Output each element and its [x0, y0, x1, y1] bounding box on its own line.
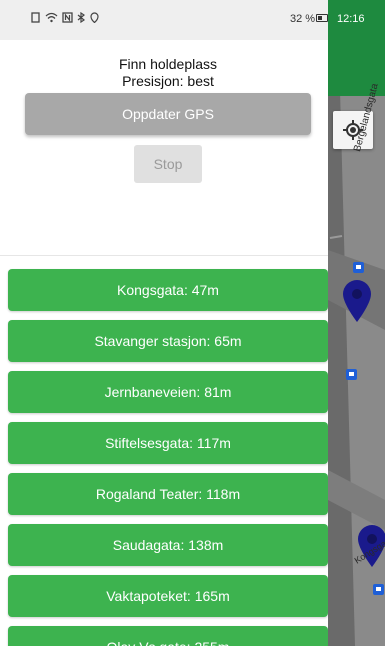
stop-list-item[interactable]: Stiftelsesgata: 117m [8, 422, 328, 464]
stop-list-item[interactable]: Kongsgata: 47m [8, 269, 328, 311]
nfc-icon [62, 12, 73, 23]
stop-list-item[interactable]: Stavanger stasjon: 65m [8, 320, 328, 362]
status-bar: 32 % 12:16 [0, 0, 385, 40]
bus-stop-icon [346, 369, 357, 380]
stop-list-item[interactable]: Vaktapoteket: 165m [8, 575, 328, 617]
panel-title: Finn holdeplass [118, 56, 218, 72]
stop-list-item[interactable]: Jernbaneveien: 81m [8, 371, 328, 413]
bus-stop-icon [353, 262, 364, 273]
update-gps-button[interactable]: Oppdater GPS [25, 93, 311, 135]
stop-list: Kongsgata: 47m Stavanger stasjon: 65m Je… [8, 269, 328, 646]
stop-finder-panel: Finn holdeplass Presisjon: best Oppdater… [0, 40, 328, 646]
sim-icon [31, 12, 40, 23]
bluetooth-icon [77, 12, 86, 23]
clock: 12:16 [337, 13, 365, 25]
stop-button[interactable]: Stop [134, 145, 202, 183]
wifi-icon [45, 12, 58, 23]
bus-stop-icon [373, 584, 384, 595]
status-bar-left: 32 % [0, 0, 328, 40]
battery-icon [316, 14, 328, 22]
status-icons [30, 12, 99, 23]
stop-list-item[interactable]: Saudagata: 138m [8, 524, 328, 566]
stop-list-item[interactable]: Olav Vs gate: 255m [8, 626, 328, 646]
panel-header: Finn holdeplass Presisjon: best Oppdater… [0, 40, 328, 256]
map-road-marking [329, 235, 343, 239]
stop-list-item[interactable]: Rogaland Teater: 118m [8, 473, 328, 515]
battery-percent: 32 % [290, 13, 316, 25]
precision-label: Presisjon: best [122, 73, 214, 89]
location-icon [90, 12, 99, 23]
